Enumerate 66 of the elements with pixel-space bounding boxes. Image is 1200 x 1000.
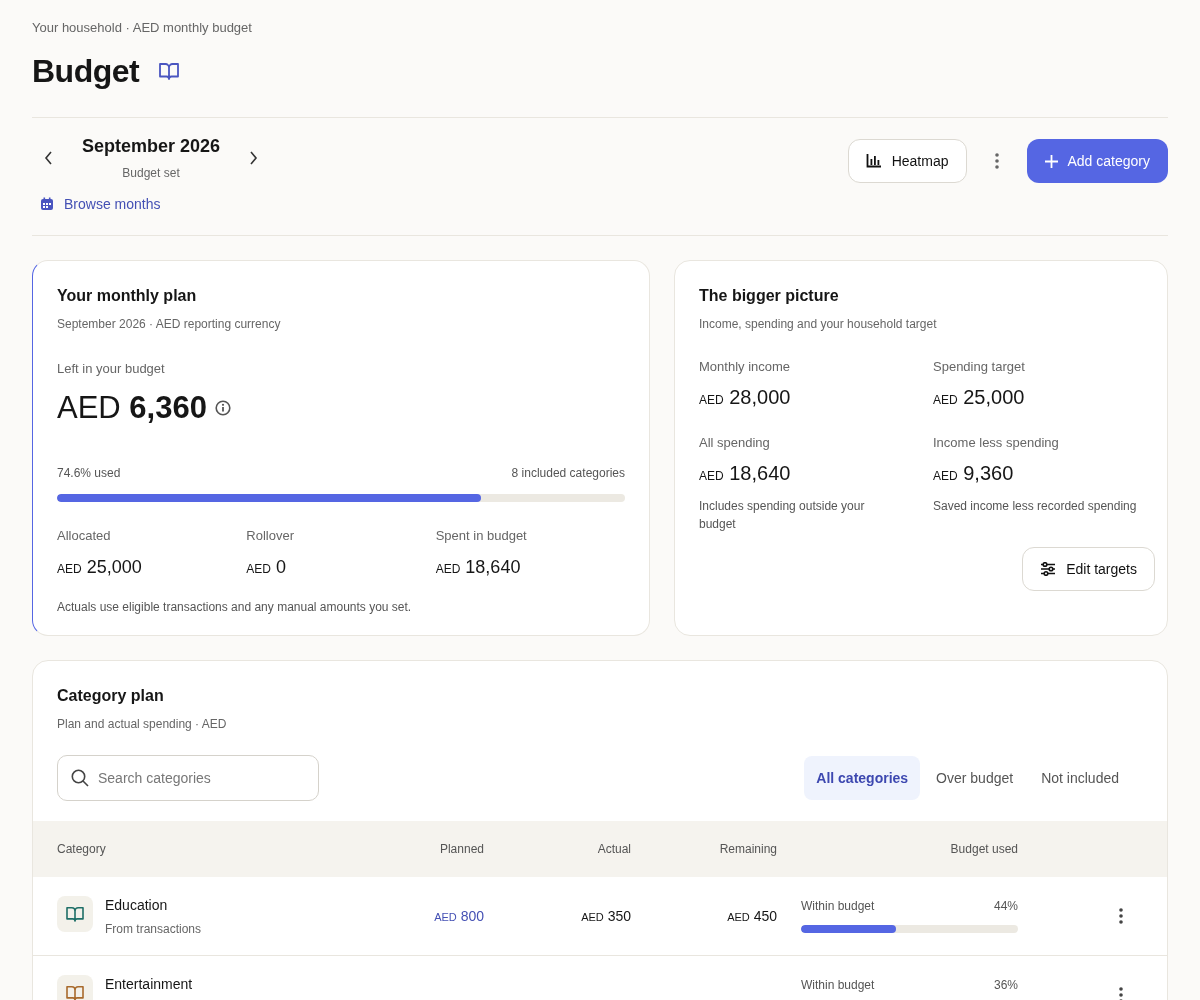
add-category-button[interactable]: Add category — [1026, 139, 1168, 183]
budget-status: Within budget — [801, 899, 875, 913]
filter-tab[interactable]: All categories — [804, 756, 921, 800]
edit-targets-button[interactable]: Edit targets — [1022, 547, 1155, 591]
card-subtitle: September 2026 · AED reporting currency — [57, 317, 282, 331]
stat-amount: AED 9,360 — [933, 462, 1015, 485]
info-icon[interactable] — [214, 400, 231, 416]
stat-amount: AED 0 — [246, 557, 288, 578]
budget-status: Within budget — [801, 978, 875, 992]
column-header: Category — [57, 842, 107, 856]
stat-note: Saved income less recorded spending — [933, 498, 1138, 515]
sliders-icon — [1040, 562, 1057, 576]
percent-used: 36% — [993, 978, 1018, 992]
percent-used: 74.6% used — [57, 466, 121, 480]
card-title: The bigger picture — [699, 287, 840, 305]
planned-amount-link[interactable]: AED 800 — [434, 908, 484, 924]
included-categories: 8 included categories — [511, 466, 625, 480]
filter-tab[interactable]: Over budget — [924, 756, 1026, 800]
column-header: Planned — [438, 842, 484, 856]
stat-note: Includes spending outside your budget — [699, 498, 866, 533]
stat-amount: AED 18,640 — [435, 557, 522, 578]
kebab-menu-icon — [1119, 987, 1123, 1000]
search-icon — [71, 769, 89, 787]
page-title: Budget — [32, 52, 140, 90]
card-title: Category plan — [57, 687, 165, 705]
left-in-budget-amount: AED 6,360 — [57, 390, 207, 426]
card-subtitle: Plan and actual spending · AED — [57, 717, 228, 731]
column-header: Budget used — [949, 842, 1018, 856]
stat-amount: AED 28,000 — [699, 386, 792, 409]
category-source: From transactions — [105, 922, 202, 936]
book-icon[interactable] — [159, 62, 180, 80]
remaining-amount: AED 450 — [727, 908, 777, 924]
stat-amount: AED 25,000 — [933, 386, 1026, 409]
stat-label: Monthly income — [699, 359, 792, 374]
percent-used: 44% — [993, 899, 1018, 913]
column-header: Remaining — [718, 842, 777, 856]
filter-tab[interactable]: Not included — [1029, 756, 1131, 800]
calendar-icon — [40, 197, 54, 211]
search-field[interactable]: Search categories — [57, 755, 319, 801]
stat-amount: AED 25,000 — [57, 557, 143, 578]
column-header: Actual — [596, 842, 631, 856]
budget-status: Budget set — [121, 166, 181, 180]
stat-label: Rollover — [246, 528, 295, 543]
kebab-menu-icon — [994, 153, 999, 169]
stat-amount: AED 18,640 — [699, 462, 792, 485]
plus-icon — [1044, 154, 1058, 168]
stat-label: Allocated — [57, 528, 112, 543]
stat-label: Spending target — [933, 359, 1026, 374]
bar-chart-icon — [865, 154, 882, 168]
month-title: September 2026 — [82, 136, 221, 157]
chevron-left-icon — [44, 151, 54, 165]
heatmap-button[interactable]: Heatmap — [847, 139, 967, 183]
footnote: Actuals use eligible transactions and any manual amounts you set. — [57, 600, 413, 614]
chevron-right-icon — [248, 151, 259, 165]
kebab-menu-icon — [1119, 908, 1123, 924]
card-title: Your monthly plan — [57, 287, 198, 305]
stat-label: Spent in budget — [435, 528, 528, 543]
category-name: Education — [105, 897, 169, 913]
card-subtitle: Income, spending and your household target — [699, 317, 938, 331]
actual-amount: AED 350 — [581, 908, 631, 924]
breadcrumb: Your household · AED monthly budget — [32, 20, 253, 35]
left-in-budget-label: Left in your budget — [57, 361, 166, 376]
stat-label: All spending — [699, 435, 771, 450]
category-name: Entertainment — [105, 976, 193, 992]
stat-label: Income less spending — [933, 435, 1060, 450]
browse-months-link[interactable]: Browse months — [40, 196, 161, 212]
